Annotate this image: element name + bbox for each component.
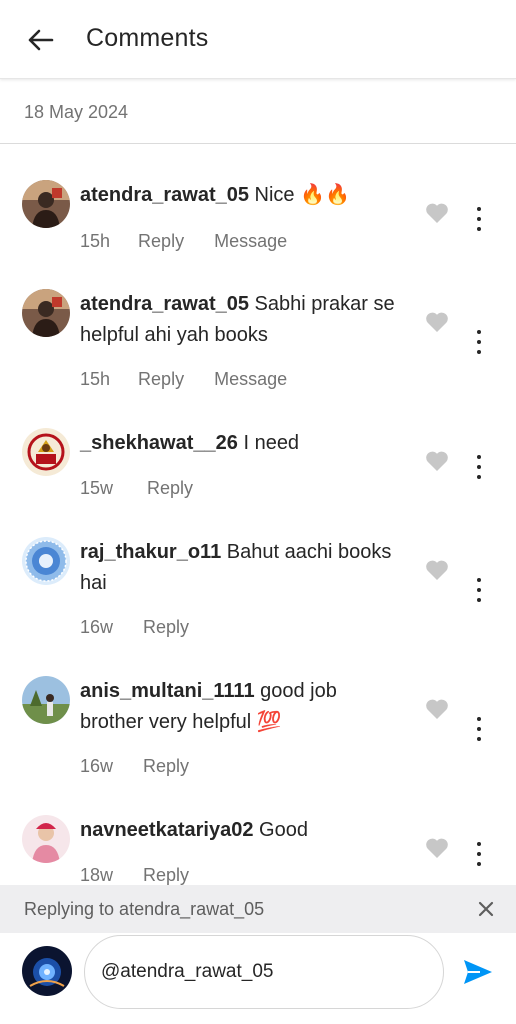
reply-button[interactable]: Reply (143, 865, 189, 886)
arrow-left-icon (28, 29, 54, 51)
dot-icon (477, 717, 481, 721)
comment-meta: 15h Reply Message (80, 369, 287, 390)
dot-icon (477, 598, 481, 602)
dot-icon (477, 475, 481, 479)
dot-icon (477, 842, 481, 846)
comment-username[interactable]: _shekhawat__26 (80, 432, 238, 454)
post-date: 18 May 2024 (24, 102, 129, 122)
comment-username[interactable]: navneetkatariya02 (80, 819, 253, 841)
comment-username[interactable]: atendra_rawat_05 (80, 184, 249, 206)
reply-button[interactable]: Reply (147, 478, 193, 499)
more-options-button[interactable] (468, 842, 490, 866)
comment-text: anis_multani_1111 good job brother very … (80, 676, 400, 738)
dot-icon (477, 227, 481, 231)
more-options-button[interactable] (468, 578, 490, 602)
dot-icon (477, 455, 481, 459)
dot-icon (477, 588, 481, 592)
dot-icon (477, 578, 481, 582)
app-header: Comments (0, 0, 516, 79)
more-options-button[interactable] (468, 207, 490, 231)
avatar[interactable] (22, 428, 70, 476)
dot-icon (477, 217, 481, 221)
dot-icon (477, 207, 481, 211)
reply-button[interactable]: Reply (143, 617, 189, 638)
reply-button[interactable]: Reply (138, 231, 184, 252)
avatar[interactable] (22, 537, 70, 585)
reply-button[interactable]: Reply (138, 369, 184, 390)
avatar[interactable] (22, 676, 70, 724)
comment-time: 16w (80, 756, 114, 776)
page-title: Comments (86, 24, 209, 52)
heart-icon[interactable] (425, 559, 449, 581)
comment-time: 15w (80, 478, 114, 498)
send-icon[interactable] (462, 958, 494, 986)
reply-button[interactable]: Reply (143, 756, 189, 777)
more-options-button[interactable] (468, 455, 490, 479)
comment-meta: 16w Reply (80, 617, 219, 638)
heart-icon[interactable] (425, 450, 449, 472)
heart-icon[interactable] (425, 698, 449, 720)
comment-body: Nice 🔥🔥 (254, 184, 350, 206)
current-user-avatar (22, 946, 72, 996)
dot-icon (477, 465, 481, 469)
dot-icon (477, 737, 481, 741)
date-row: 18 May 2024 (0, 79, 516, 144)
back-button[interactable] (18, 20, 62, 60)
avatar[interactable] (22, 180, 70, 228)
dot-icon (477, 727, 481, 731)
more-options-button[interactable] (468, 717, 490, 741)
comment-time: 16w (80, 617, 114, 637)
comment-composer (0, 933, 516, 1024)
replying-to-bar: Replying to atendra_rawat_05 (0, 885, 516, 933)
dot-icon (477, 350, 481, 354)
comment-body: Good (259, 819, 308, 841)
comment-text: _shekhawat__26 I need (80, 428, 400, 459)
comment-meta: 16w Reply (80, 756, 219, 777)
dot-icon (477, 852, 481, 856)
comment-text: raj_thakur_o11 Bahut aachi books hai (80, 537, 400, 599)
comment-input[interactable] (84, 935, 444, 1009)
comment-username[interactable]: atendra_rawat_05 (80, 293, 249, 315)
comment-time: 15h (80, 231, 111, 251)
more-options-button[interactable] (468, 330, 490, 354)
comment-body: I need (243, 432, 300, 454)
avatar[interactable] (22, 289, 70, 337)
replying-to-text: Replying to atendra_rawat_05 (24, 899, 265, 919)
message-button[interactable]: Message (214, 231, 287, 252)
heart-icon[interactable] (425, 311, 449, 333)
dot-icon (477, 330, 481, 334)
comment-text: atendra_rawat_05 Nice 🔥🔥 (80, 180, 400, 211)
comment-username[interactable]: anis_multani_1111 (80, 680, 255, 702)
heart-icon[interactable] (425, 837, 449, 859)
heart-icon[interactable] (425, 202, 449, 224)
comment-time: 15h (80, 369, 111, 389)
comment-meta: 15w Reply (80, 478, 223, 499)
comment-text: atendra_rawat_05 Sabhi prakar se helpful… (80, 289, 400, 351)
close-icon[interactable] (474, 897, 498, 921)
comment-text: navneetkatariya02 Good (80, 815, 400, 846)
comment-time: 18w (80, 865, 114, 885)
comment-meta: 18w Reply (80, 865, 219, 886)
avatar[interactable] (22, 815, 70, 863)
dot-icon (477, 340, 481, 344)
message-button[interactable]: Message (214, 369, 287, 390)
comment-meta: 15h Reply Message (80, 231, 287, 252)
comment-username[interactable]: raj_thakur_o11 (80, 541, 221, 563)
dot-icon (477, 862, 481, 866)
